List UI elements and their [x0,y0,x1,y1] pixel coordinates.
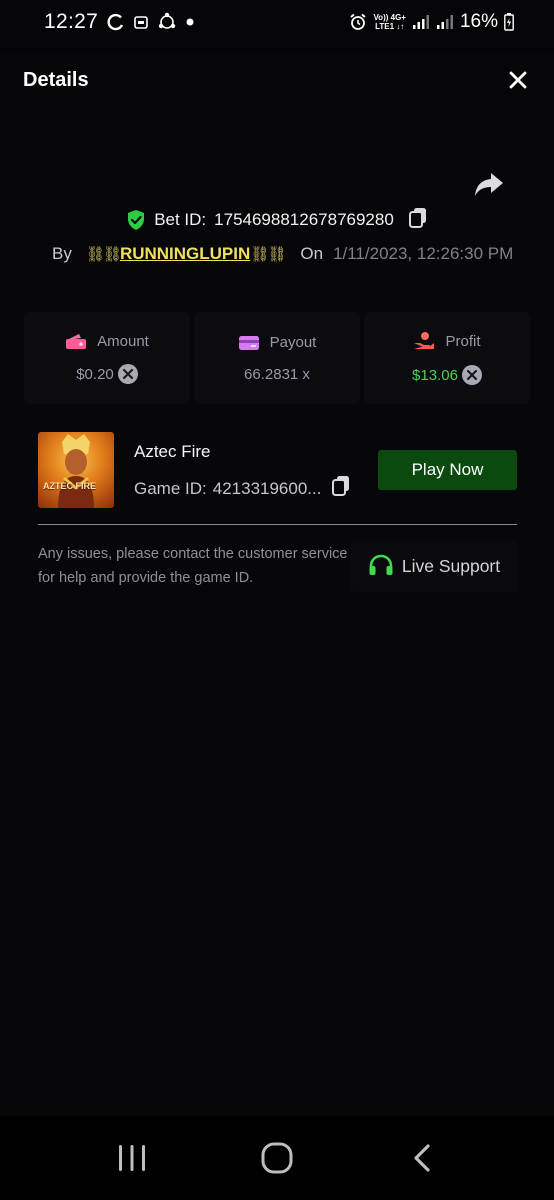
share-button[interactable] [472,167,506,201]
game-thumbnail-title: AZTEC FIRE [43,481,96,491]
support-help-text: Any issues, please contact the customer … [38,546,348,586]
game-thumbnail[interactable]: AZTEC FIRE [38,432,114,508]
network-line1: Vo)) 4G+ [373,13,406,22]
copy-game-id-button[interactable] [331,475,351,502]
game-id-label: Game ID: [134,478,207,498]
copy-icon [332,476,350,496]
play-now-button[interactable]: Play Now [378,450,517,490]
stat-profit-label: Profit [445,332,481,350]
x-icon [466,369,478,381]
recent-apps-button[interactable] [102,1128,162,1188]
by-label: By [52,244,72,263]
game-name: Aztec Fire [134,442,211,461]
stat-payout-value-row: 66.2831 x [244,366,310,383]
recent-apps-icon [119,1145,146,1171]
network-line2: LTE1 ↓↑ [375,22,405,31]
on-label: On [300,244,324,263]
status-time: 12:27 [44,10,99,33]
x-icon [122,368,133,380]
stat-amount-value-row: $0.20 [76,364,138,384]
divider [38,524,517,525]
live-support-label: Live Support [401,555,501,576]
wallet-icon [66,334,87,349]
stat-amount: Amount $0.20 [24,312,190,404]
share-circle-icon [157,12,177,32]
stat-profit-value: $13.06 [412,366,458,384]
home-button[interactable] [247,1128,307,1188]
sync-icon [107,13,125,31]
app-notification-icon [134,15,148,29]
battery-percent: 16% [459,11,498,32]
verified-shield-icon [128,210,145,230]
hand-coin-icon [414,332,435,349]
currency-badge[interactable] [117,364,138,384]
stat-payout-label: Payout [269,334,317,351]
bet-id-label: Bet ID: [154,210,207,229]
copy-icon [408,207,426,228]
bet-stats: Amount $0.20 Payout 66.2831 x Profit $13… [24,312,530,404]
game-id-value: 4213319600... [212,478,322,498]
stat-profit-value-row: $13.06 [412,365,482,385]
headset-icon [369,554,393,575]
game-id-row: Game ID: 4213319600... [134,475,351,502]
header: Details [0,52,554,108]
page-title: Details [23,68,89,91]
back-icon [414,1144,430,1172]
status-left: 12:27 [44,10,194,34]
screen: 12:27 Vo)) 4G+ LTE1 ↓↑ 16% Details Bet I… [0,0,554,1200]
battery-icon [504,13,514,31]
back-button[interactable] [392,1128,452,1188]
username-link[interactable]: RUNNINGLUPIN [120,244,250,264]
currency-badge[interactable] [461,365,482,385]
alarm-icon [349,13,367,31]
stat-amount-label: Amount [97,332,149,350]
status-right: Vo)) 4G+ LTE1 ↓↑ 16% [349,11,514,33]
stat-payout: Payout 66.2831 x [194,312,360,404]
signal-strength-icon [412,14,430,30]
stat-profit-head: Profit [413,331,481,351]
stat-payout-value: 66.2831 x [244,365,310,383]
game-art-image [58,434,94,508]
stat-amount-value: $0.20 [76,365,114,383]
stat-profit: Profit $13.06 [364,312,530,404]
system-nav-bar [0,1116,554,1200]
bet-id-value: 1754698812678769280 [214,210,394,229]
status-bar: 12:27 Vo)) 4G+ LTE1 ↓↑ 16% [0,0,554,44]
notification-dot-icon [186,18,194,26]
share-arrow-icon [475,173,503,196]
chain-left-icon: ⛓⛓ [85,246,122,263]
network-type: Vo)) 4G+ LTE1 ↓↑ [373,13,406,31]
close-icon [509,71,527,89]
stat-amount-head: Amount [65,332,149,350]
copy-bet-id-button[interactable] [408,207,428,234]
chain-right-icon: ⛓⛓ [250,246,286,263]
bet-owner-row: By ⛓⛓ RUNNINGLUPIN ⛓⛓ On 1/11/2023, 12:2… [52,240,522,268]
game-row: AZTEC FIRE Aztec Fire Game ID: 421331960… [38,432,518,508]
card-icon [238,335,259,350]
home-icon [261,1142,293,1174]
live-support-button[interactable]: Live Support [350,540,518,592]
close-button[interactable] [504,66,532,94]
signal-strength-2-icon [436,14,454,30]
bet-id-row: Bet ID: 1754698812678769280 [0,205,554,235]
stat-payout-head: Payout [238,334,317,352]
bet-datetime: 1/11/2023, 12:26:30 PM [333,244,514,263]
